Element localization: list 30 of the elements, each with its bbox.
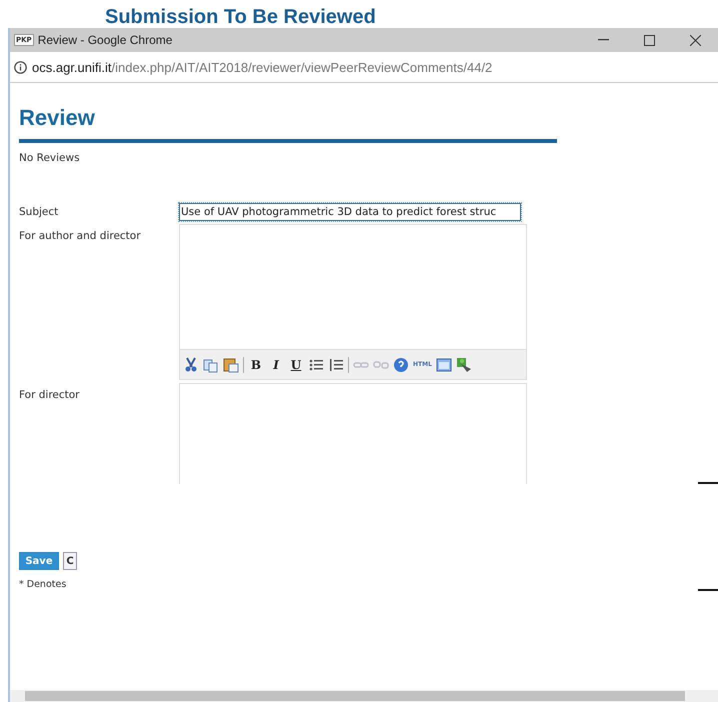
subject-field[interactable]: Use of UAV photogrammetric 3D data to predict forest struc [179, 203, 521, 221]
maximize-icon[interactable] [644, 34, 654, 46]
close-icon[interactable] [690, 34, 700, 46]
window-icon[interactable] [436, 356, 452, 372]
save-button[interactable]: Save [19, 552, 59, 570]
paste-icon[interactable] [223, 356, 239, 372]
director-comment-field[interactable] [179, 383, 527, 484]
page-title: Submission To Be Reviewed [105, 6, 376, 28]
horizontal-scrollbar[interactable] [10, 690, 718, 702]
page-heading: Review [19, 105, 96, 131]
info-icon[interactable] [14, 60, 27, 74]
bullet-list-icon[interactable] [308, 356, 324, 372]
bold-button[interactable]: B [248, 356, 264, 374]
cancel-button[interactable]: C [63, 552, 77, 570]
status-text: No Reviews [19, 152, 80, 164]
window-title: Review - Google Chrome [38, 33, 174, 47]
image-plugin-icon[interactable] [456, 356, 472, 372]
help-icon[interactable] [393, 356, 409, 372]
author-comment-field[interactable] [179, 224, 527, 350]
field-label: For director [19, 389, 80, 401]
field-label: Subject [19, 206, 60, 218]
minimize-icon[interactable] [598, 39, 608, 41]
numbered-list-icon[interactable] [328, 356, 344, 372]
footnote-text: * Denotes [19, 579, 66, 590]
italic-button[interactable]: I [268, 356, 284, 374]
copy-icon[interactable] [203, 356, 219, 372]
underline-button[interactable]: U [288, 356, 304, 374]
scissors-icon[interactable] [183, 356, 199, 372]
url-text[interactable]: ocs.agr.unifi.it/index.php/AIT/AIT2018/reviewer/viewPeerReviewComments/44/2 [32, 60, 492, 74]
field-label: For author and director [19, 230, 141, 242]
